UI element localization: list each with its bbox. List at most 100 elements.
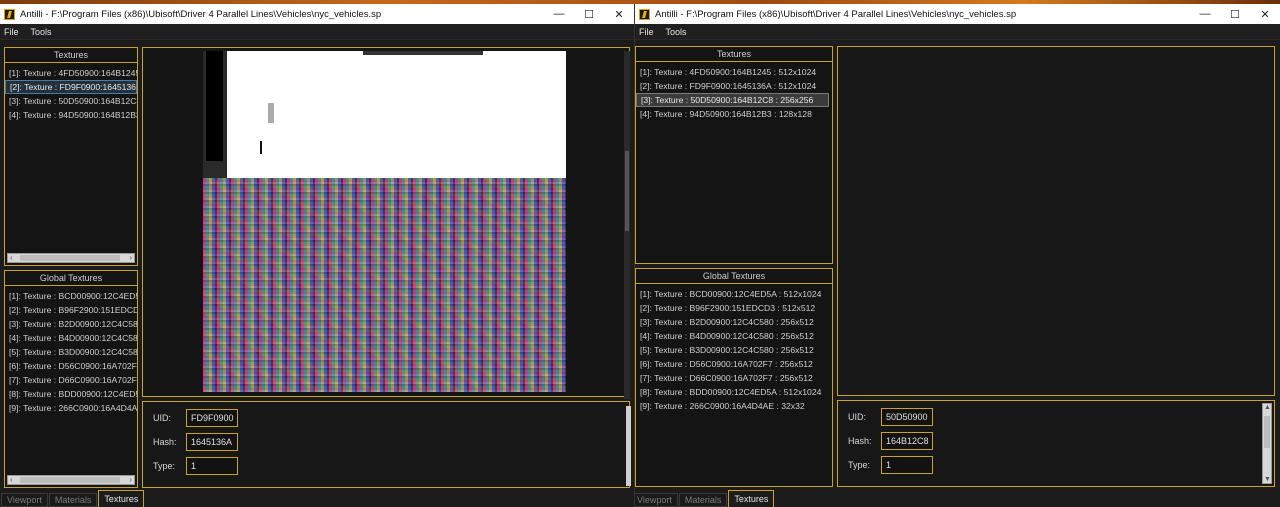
hash-field[interactable]: 164B12C8 xyxy=(881,432,933,450)
hash-label: Hash: xyxy=(848,436,872,446)
list-item[interactable]: [2]: Texture : B96F2900:151EDCD3 : 512x5… xyxy=(636,301,832,315)
preview-vertical-scrollbar[interactable] xyxy=(624,51,630,399)
window-title: Antilli - F:\Program Files (x86)\Ubisoft… xyxy=(655,8,1017,20)
scroll-left-icon[interactable]: ‹ xyxy=(10,475,13,484)
list-item[interactable]: [8]: Texture : BDD00900:12C4ED5A : 512x1… xyxy=(636,385,832,399)
textures-header: Textures xyxy=(5,48,137,63)
maximize-button[interactable]: ☐ xyxy=(1220,4,1250,24)
textures-list: [1]: Texture : 4FD50900:164B1245 : 512x1… xyxy=(636,62,832,121)
texture-noise-region xyxy=(203,178,566,392)
list-item-selected[interactable]: [2]: Texture : FD9F0900:1645136A : xyxy=(5,80,137,94)
horizontal-scrollbar[interactable]: ‹ › xyxy=(7,253,135,263)
left-titlebar[interactable]: Antilli - F:\Program Files (x86)\Ubisoft… xyxy=(0,4,634,24)
tab-materials[interactable]: Materials xyxy=(48,493,98,507)
scroll-left-icon[interactable]: ‹ xyxy=(10,253,13,262)
uid-row: UID: 50D50900 xyxy=(848,408,933,426)
list-item[interactable]: [4]: Texture : B4D00900:12C4C580 : 256x5… xyxy=(636,329,832,343)
tab-textures[interactable]: Textures xyxy=(98,490,145,507)
uid-label: UID: xyxy=(848,412,866,422)
global-textures-list: [1]: Texture : BCD00900:12C4ED5A [2]: Te… xyxy=(5,286,137,415)
hash-label: Hash: xyxy=(153,437,177,447)
list-item-selected[interactable]: [3]: Texture : 50D50900:164B12C8 : 256x2… xyxy=(636,93,829,107)
scroll-thumb[interactable] xyxy=(1264,416,1270,448)
list-item[interactable]: [1]: Texture : 4FD50900:164B1245 : xyxy=(5,66,137,80)
textures-panel: Textures [1]: Texture : 4FD50900:164B124… xyxy=(635,46,833,264)
texture-preview-panel xyxy=(837,46,1275,396)
tab-viewport[interactable]: Viewport xyxy=(1,493,48,507)
minimize-button[interactable]: — xyxy=(1190,4,1220,24)
close-button[interactable]: ✕ xyxy=(1250,4,1280,24)
hash-row: Hash: 164B12C8 xyxy=(848,432,933,450)
minimize-button[interactable]: — xyxy=(544,4,574,24)
global-textures-panel: Global Textures [1]: Texture : BCD00900:… xyxy=(4,270,138,488)
texture-dark-column xyxy=(203,51,227,178)
horizontal-scrollbar[interactable]: ‹ › xyxy=(7,475,135,485)
window-title: Antilli - F:\Program Files (x86)\Ubisoft… xyxy=(20,8,382,20)
list-item[interactable]: [4]: Texture : B4D00900:12C4C580 xyxy=(5,331,137,345)
list-item[interactable]: [1]: Texture : BCD00900:12C4ED5A xyxy=(5,289,137,303)
menu-tools[interactable]: Tools xyxy=(31,27,52,37)
list-item[interactable]: [3]: Texture : 50D50900:164B12C8 : xyxy=(5,94,137,108)
global-textures-panel: Global Textures [1]: Texture : BCD00900:… xyxy=(635,268,833,487)
type-field[interactable]: 1 xyxy=(881,456,933,474)
scroll-thumb[interactable] xyxy=(625,151,629,231)
textures-panel: Textures [1]: Texture : 4FD50900:164B124… xyxy=(4,47,138,266)
menu-tools[interactable]: Tools xyxy=(666,27,687,37)
hash-row: Hash: 1645136A xyxy=(153,433,238,451)
list-item[interactable]: [5]: Texture : B3D00900:12C4C580 : 256x5… xyxy=(636,343,832,357)
list-item[interactable]: [3]: Texture : B2D00900:12C4C580 : 256x5… xyxy=(636,315,832,329)
tab-viewport[interactable]: Viewport xyxy=(635,493,678,507)
scroll-right-icon[interactable]: › xyxy=(129,475,132,484)
list-item[interactable]: [3]: Texture : B2D00900:12C4C580 xyxy=(5,317,137,331)
menu-file[interactable]: File xyxy=(4,27,19,37)
list-item[interactable]: [2]: Texture : FD9F0900:1645136A : 512x1… xyxy=(636,79,832,93)
texture-white-region xyxy=(203,51,566,178)
list-item[interactable]: [6]: Texture : D56C0900:16A702F7 : 256x5… xyxy=(636,357,832,371)
uid-field[interactable]: FD9F0900 xyxy=(186,409,238,427)
tab-materials[interactable]: Materials xyxy=(678,493,728,507)
scroll-down-icon[interactable]: ▼ xyxy=(1264,476,1271,483)
scroll-up-icon[interactable]: ▲ xyxy=(1264,404,1271,411)
list-item[interactable]: [7]: Texture : D66C0900:16A702F7 : 256x5… xyxy=(636,371,832,385)
list-item[interactable]: [4]: Texture : 94D50900:164B12B3 : xyxy=(5,108,137,122)
type-label: Type: xyxy=(848,460,871,470)
list-item[interactable]: [2]: Texture : B96F2900:151EDCD3 xyxy=(5,303,137,317)
menu-file[interactable]: File xyxy=(639,27,654,37)
global-textures-header: Global Textures xyxy=(636,269,832,284)
right-titlebar[interactable]: Antilli - F:\Program Files (x86)\Ubisoft… xyxy=(635,4,1280,24)
textures-list: [1]: Texture : 4FD50900:164B1245 : [2]: … xyxy=(5,63,137,122)
close-button[interactable]: ✕ xyxy=(604,4,634,24)
list-item[interactable]: [1]: Texture : BCD00900:12C4ED5A : 512x1… xyxy=(636,287,832,301)
scroll-thumb[interactable] xyxy=(20,477,120,483)
list-item[interactable]: [9]: Texture : 266C0900:16A4D4AE : 32x32 xyxy=(636,399,832,413)
list-item[interactable]: [9]: Texture : 266C0900:16A4D4AE xyxy=(5,401,137,415)
list-item[interactable]: [6]: Texture : D56C0900:16A702F7 xyxy=(5,359,137,373)
texture-mark xyxy=(268,103,274,123)
global-textures-header: Global Textures xyxy=(5,271,137,286)
properties-vertical-scrollbar[interactable] xyxy=(626,406,631,486)
texture-top-bar xyxy=(363,51,483,55)
menubar: File Tools xyxy=(635,24,1280,40)
tab-bar: Viewport Materials Textures xyxy=(0,490,634,507)
scroll-thumb[interactable] xyxy=(20,255,120,261)
scroll-right-icon[interactable]: › xyxy=(129,253,132,262)
type-field[interactable]: 1 xyxy=(186,457,238,475)
hash-field[interactable]: 1645136A xyxy=(186,433,238,451)
uid-field[interactable]: 50D50900 xyxy=(881,408,933,426)
menubar: File Tools xyxy=(0,24,634,40)
maximize-button[interactable]: ☐ xyxy=(574,4,604,24)
tab-bar: Viewport Materials Textures xyxy=(635,490,1280,507)
uid-label: UID: xyxy=(153,413,171,423)
list-item[interactable]: [7]: Texture : D66C0900:16A702F7 xyxy=(5,373,137,387)
type-label: Type: xyxy=(153,461,176,471)
app-icon xyxy=(4,8,15,20)
list-item[interactable]: [8]: Texture : BDD00900:12C4ED5A xyxy=(5,387,137,401)
vertical-scrollbar[interactable]: ▲ ▼ xyxy=(1262,403,1272,484)
properties-panel: UID: 50D50900 Hash: 164B12C8 Type: 1 ▲ ▼ xyxy=(837,400,1275,487)
list-item[interactable]: [5]: Texture : B3D00900:12C4C580 xyxy=(5,345,137,359)
app-icon xyxy=(639,8,650,20)
tab-textures[interactable]: Textures xyxy=(728,490,775,507)
type-row: Type: 1 xyxy=(153,457,238,475)
list-item[interactable]: [4]: Texture : 94D50900:164B12B3 : 128x1… xyxy=(636,107,832,121)
list-item[interactable]: [1]: Texture : 4FD50900:164B1245 : 512x1… xyxy=(636,65,832,79)
